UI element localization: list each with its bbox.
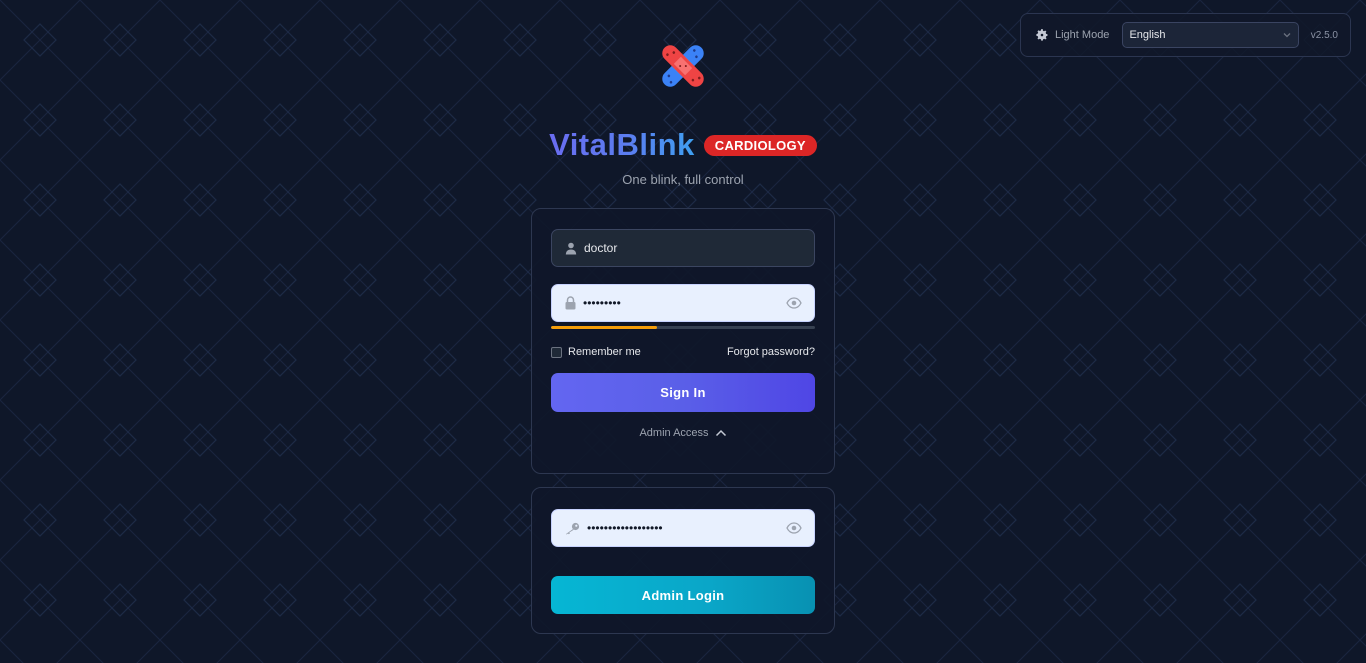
- language-select[interactable]: English: [1122, 22, 1300, 48]
- specialty-badge: CARDIOLOGY: [703, 134, 817, 156]
- admin-access-toggle[interactable]: Admin Access: [532, 427, 834, 439]
- remember-me-option[interactable]: Remember me: [551, 346, 641, 358]
- remember-row: Remember me Forgot password?: [551, 346, 815, 358]
- eye-icon[interactable]: [786, 522, 802, 534]
- chevron-up-icon: [715, 429, 727, 437]
- admin-access-label: Admin Access: [639, 427, 709, 439]
- login-card: doctor ••••••••• Remember me Forgot pass…: [531, 208, 835, 474]
- forgot-password-link[interactable]: Forgot password?: [727, 346, 815, 358]
- crossed-bandage-icon: [653, 36, 713, 96]
- version-label: v2.5.0: [1310, 29, 1338, 41]
- app-name: VitalBlink: [549, 127, 695, 162]
- chevron-down-icon: [1282, 30, 1292, 40]
- user-icon: [565, 242, 577, 255]
- brand-title-row: VitalBlink CARDIOLOGY: [0, 126, 1366, 164]
- username-value: doctor: [584, 241, 618, 255]
- password-field[interactable]: •••••••••: [551, 284, 815, 322]
- language-selected-value: English: [1129, 29, 1166, 41]
- theme-toggle-label: Light Mode: [1055, 29, 1110, 41]
- username-field[interactable]: doctor: [551, 229, 815, 267]
- admin-key-value: ••••••••••••••••••: [587, 521, 663, 535]
- password-strength-bar: [551, 326, 815, 329]
- admin-key-field[interactable]: ••••••••••••••••••: [551, 509, 815, 547]
- lock-icon: [565, 296, 576, 310]
- eye-icon[interactable]: [786, 297, 802, 309]
- theme-toggle-button[interactable]: Light Mode: [1035, 28, 1109, 42]
- sign-in-button[interactable]: Sign In: [551, 373, 815, 412]
- gear-icon: [1035, 28, 1049, 42]
- tagline: One blink, full control: [622, 172, 744, 187]
- password-value: •••••••••: [583, 296, 621, 310]
- key-icon: [565, 522, 580, 535]
- remember-me-checkbox[interactable]: [551, 346, 562, 358]
- top-toolbar: Light Mode English v2.5.0: [1020, 13, 1351, 57]
- password-strength-fill: [551, 326, 657, 329]
- admin-card: •••••••••••••••••• Admin Login: [531, 487, 835, 634]
- admin-login-button[interactable]: Admin Login: [551, 576, 815, 614]
- remember-me-label: Remember me: [568, 346, 641, 358]
